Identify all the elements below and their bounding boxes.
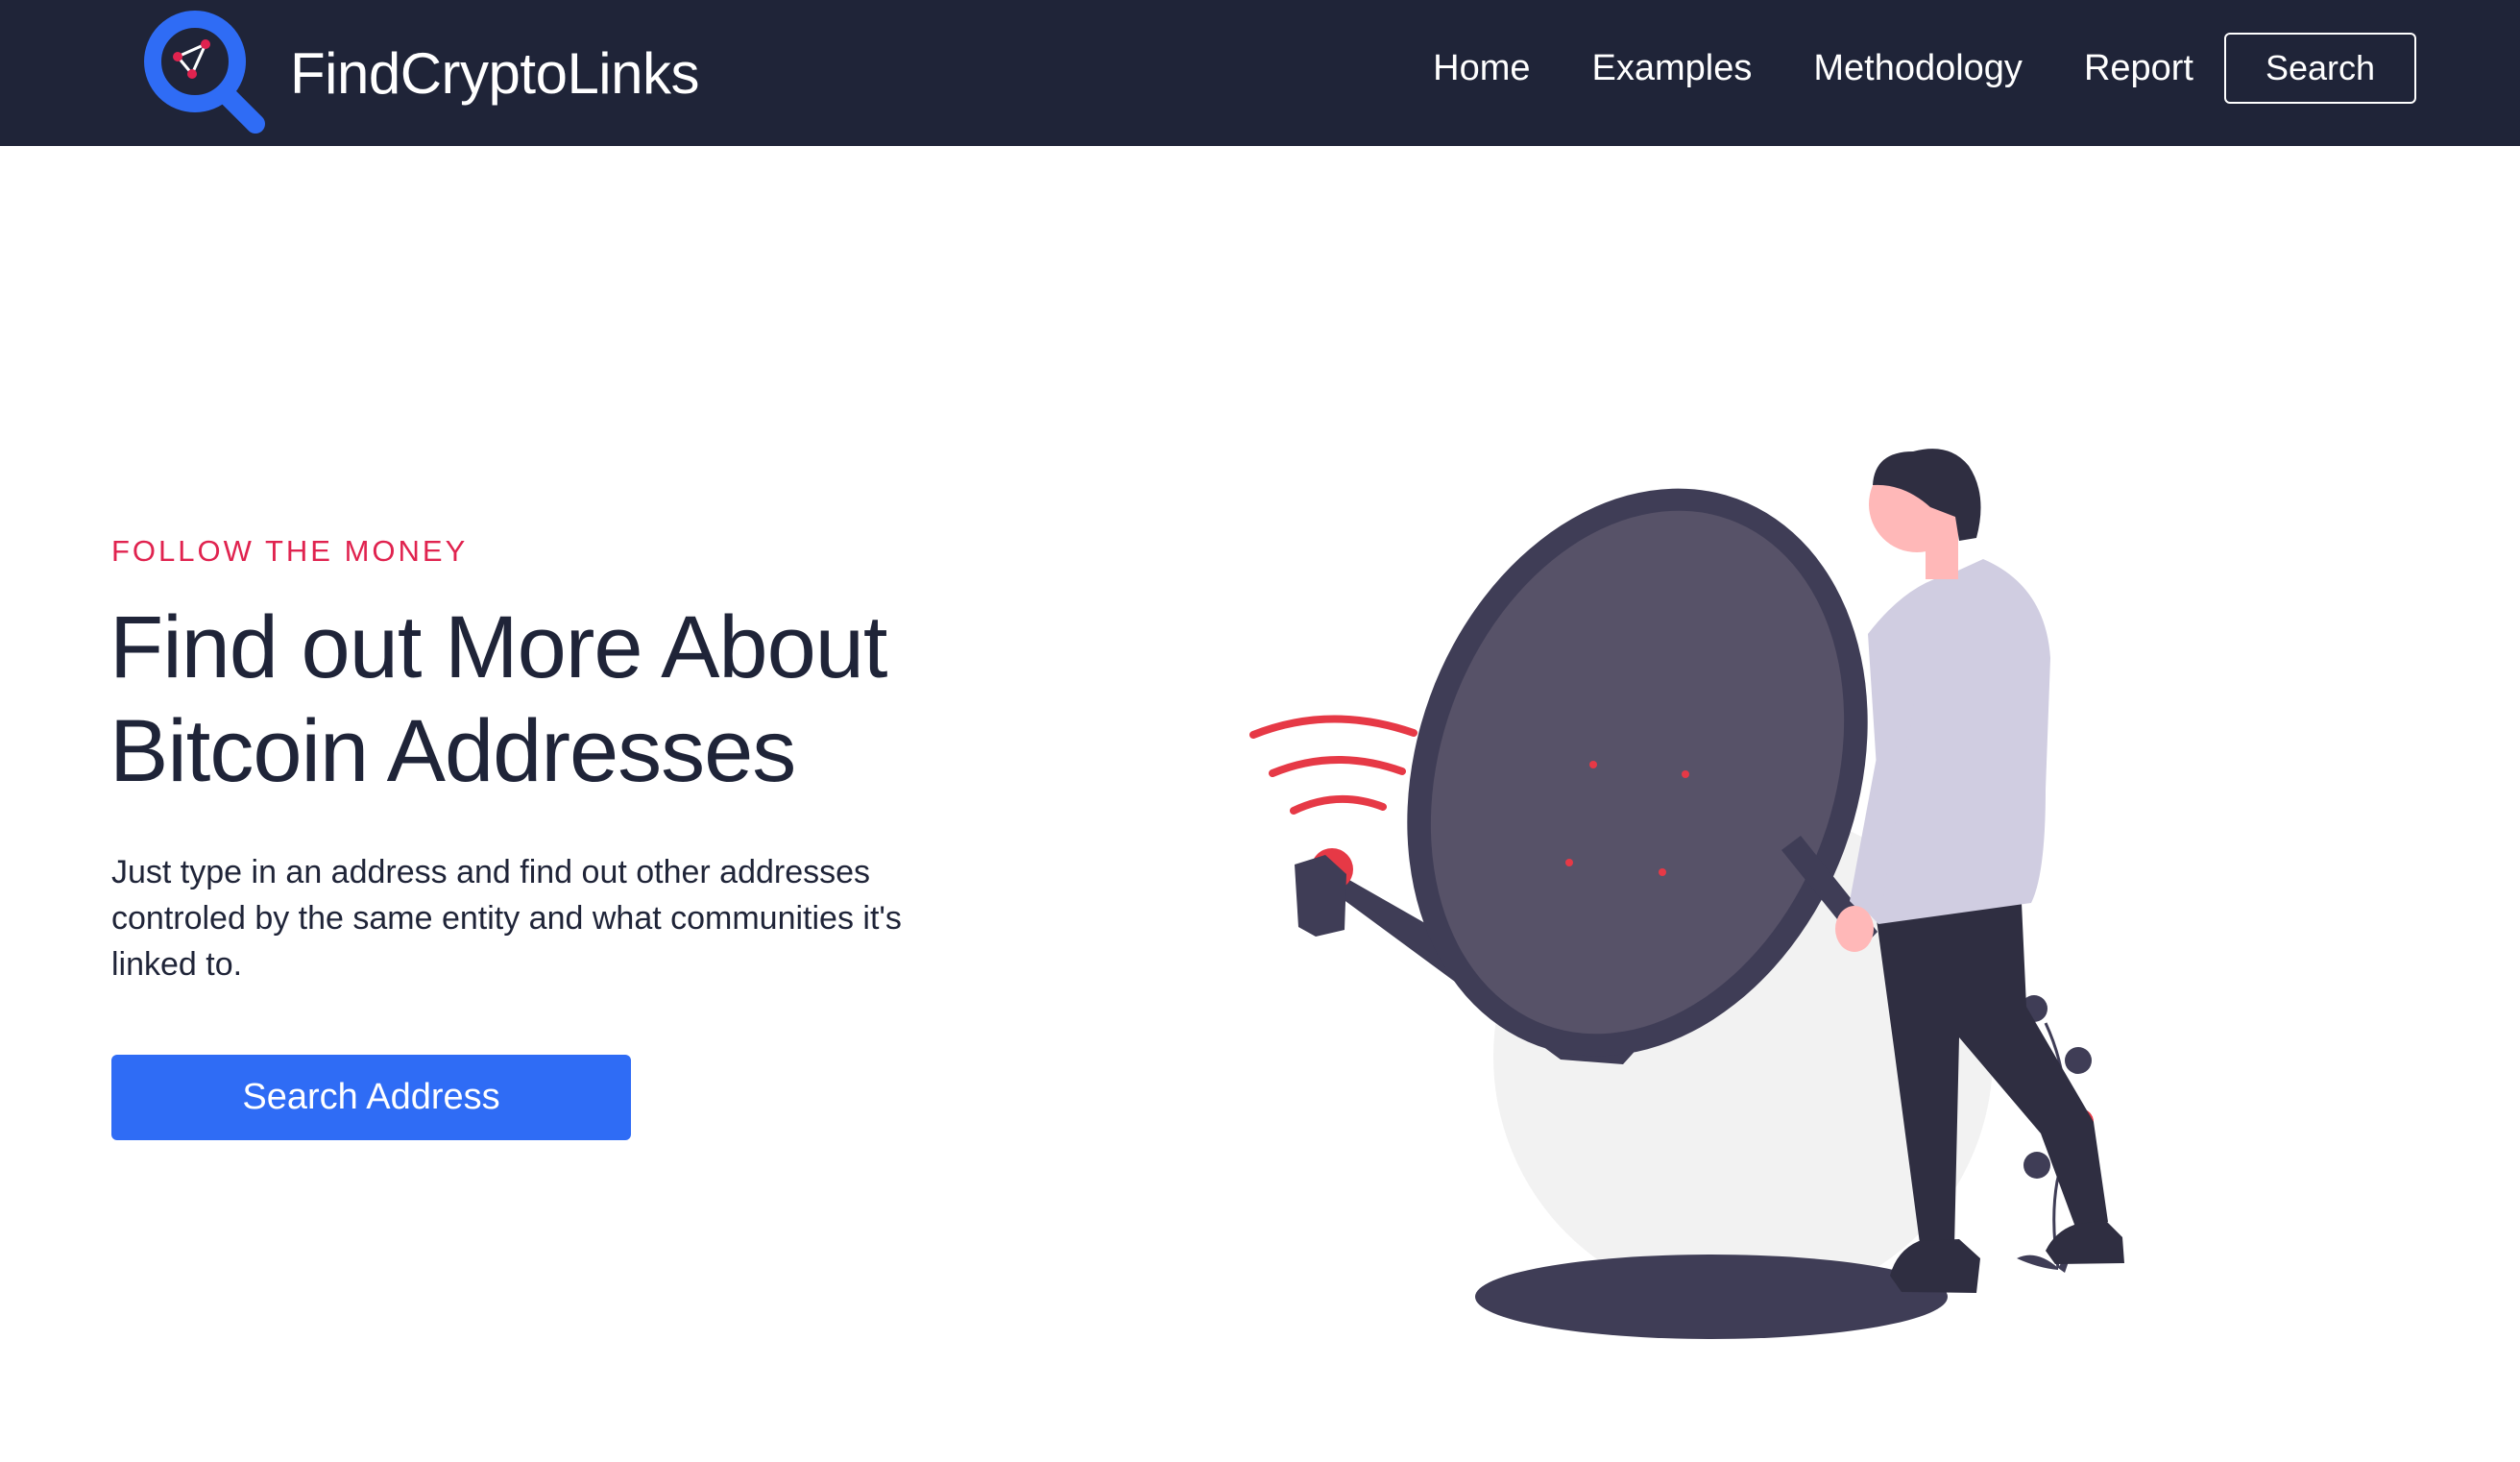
search-address-button[interactable]: Search Address — [111, 1055, 631, 1140]
nav-link-methodology[interactable]: Methodology — [1813, 48, 2023, 89]
nav-search-button[interactable]: Search — [2224, 33, 2416, 104]
hero-title-line-1: Find out More About — [109, 598, 887, 696]
nav-link-examples[interactable]: Examples — [1592, 48, 1753, 89]
hero-eyebrow: FOLLOW THE MONEY — [111, 534, 469, 568]
brand-name: FindCryptoLinks — [290, 40, 700, 106]
hero-description: Just type in an address and find out oth… — [111, 854, 902, 983]
person-hand — [1835, 906, 1874, 952]
right-shoe — [2046, 1220, 2124, 1264]
person-with-satellite-dish-illustration — [1200, 423, 2305, 1364]
nav-link-home[interactable]: Home — [1433, 48, 1530, 89]
top-navbar: FindCryptoLinks Home Examples Methodolog… — [0, 0, 2520, 146]
hero-title: Find out More About Bitcoin Addresses — [109, 596, 1070, 803]
brand[interactable]: FindCryptoLinks — [142, 6, 700, 140]
magnifier-network-icon — [144, 11, 265, 134]
main-nav: Home Examples Methodology Report Search — [1433, 33, 2416, 104]
hero-title-line-2: Bitcoin Addresses — [109, 702, 796, 800]
illustration-art — [1249, 449, 2124, 1339]
nav-link-report[interactable]: Report — [2084, 48, 2193, 89]
ground-shadow — [1475, 1255, 1948, 1339]
dish-receiver — [1295, 855, 1346, 937]
signal-waves-icon — [1249, 715, 1418, 815]
